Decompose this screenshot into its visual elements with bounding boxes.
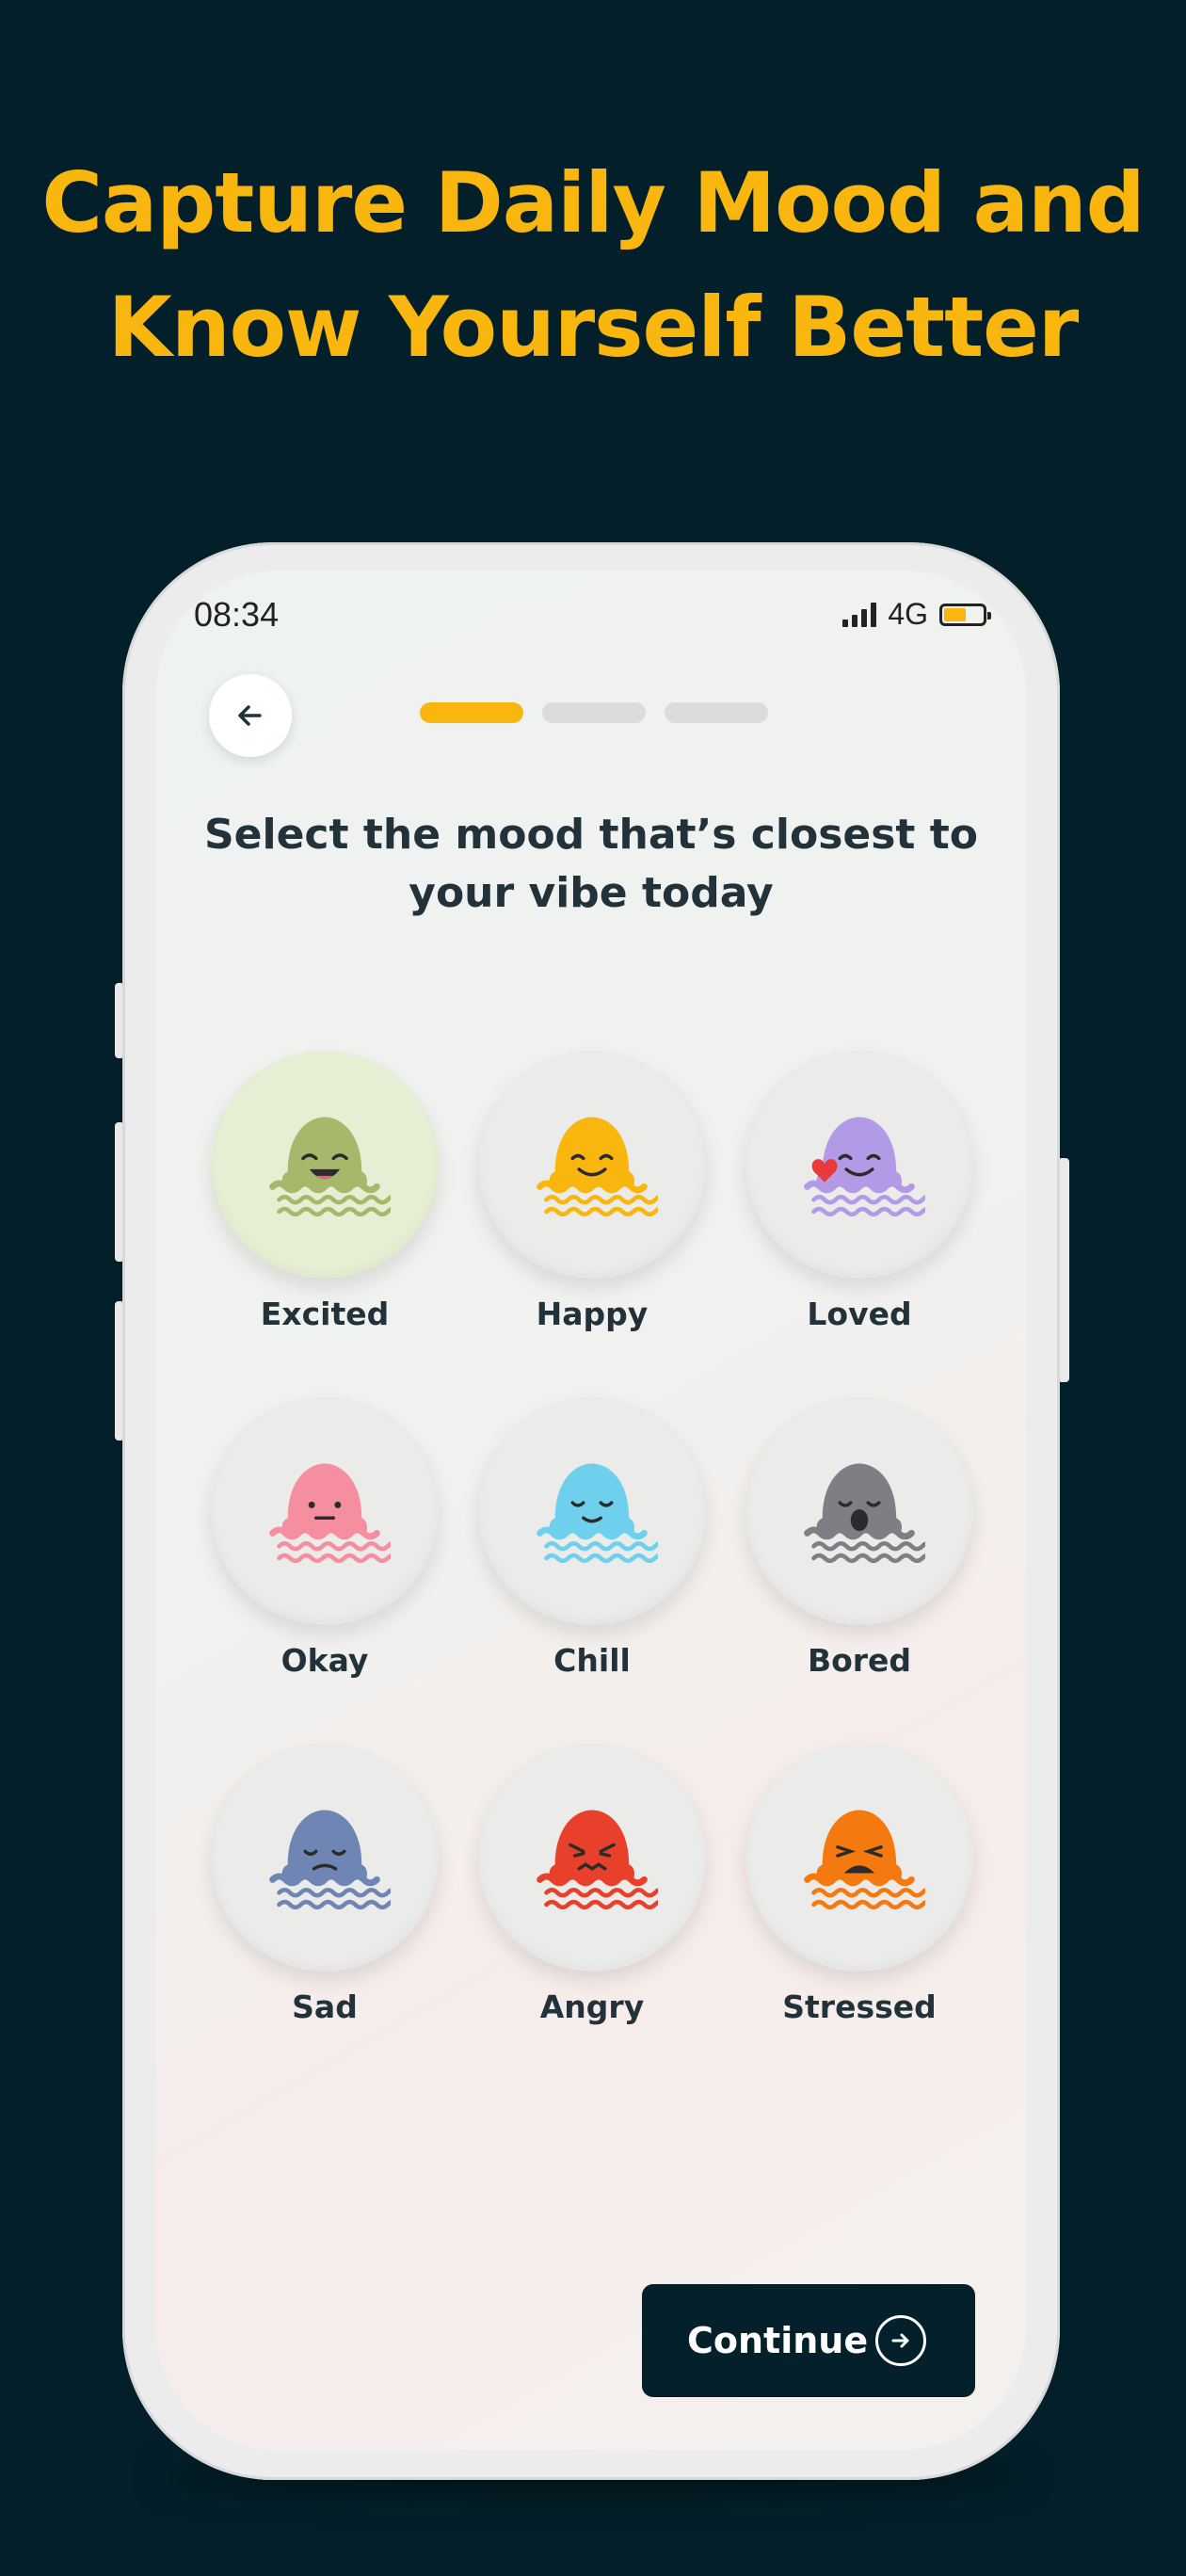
status-icons: 4G: [842, 597, 991, 632]
mood-option-okay[interactable]: Okay: [209, 1397, 441, 1717]
mood-option-happy[interactable]: Happy: [476, 1051, 708, 1371]
arrow-right-circle-icon: [875, 2315, 926, 2366]
headline: Capture Daily Mood and Know Yourself Bet…: [0, 141, 1186, 390]
mood-label: Angry: [539, 1988, 645, 2025]
mood-label: Excited: [260, 1296, 390, 1332]
mood-label: Bored: [807, 1642, 912, 1679]
step-indicator-3: [665, 702, 768, 723]
mood-label: Loved: [807, 1296, 912, 1332]
mood-label: Chill: [553, 1642, 631, 1679]
mood-prompt-line-2: your vibe today: [409, 869, 774, 917]
mood-option-bored[interactable]: Bored: [744, 1397, 975, 1717]
status-time: 08:34: [194, 595, 280, 634]
mood-label: Happy: [536, 1296, 649, 1332]
mood-circle: [478, 1397, 706, 1625]
happy-mood-icon: [526, 1106, 665, 1223]
chill-mood-icon: [526, 1453, 665, 1570]
mood-option-chill[interactable]: Chill: [476, 1397, 708, 1717]
mood-label: Sad: [292, 1988, 358, 2025]
signal-icon: [842, 602, 877, 627]
mood-prompt: Select the mood that’s closest to your v…: [156, 806, 1026, 923]
mood-circle: [478, 1744, 706, 1972]
mood-circle: [745, 1744, 973, 1972]
okay-mood-icon: [259, 1453, 397, 1570]
step-indicator-2: [542, 702, 646, 723]
mood-circle: [745, 1051, 973, 1279]
network-type: 4G: [888, 597, 928, 631]
continue-button[interactable]: Continue: [642, 2284, 975, 2397]
back-button[interactable]: [209, 674, 292, 757]
battery-level: [944, 607, 966, 621]
mood-option-excited[interactable]: Excited: [209, 1051, 441, 1371]
mood-option-loved[interactable]: Loved: [744, 1051, 975, 1371]
continue-label: Continue: [687, 2320, 869, 2361]
stressed-mood-icon: [793, 1799, 932, 1916]
mood-circle: [211, 1744, 439, 1972]
excited-mood-icon: [259, 1106, 397, 1223]
step-progress: [420, 702, 768, 723]
bored-mood-icon: [793, 1453, 932, 1570]
sad-mood-icon: [259, 1799, 397, 1916]
headline-line-2: Know Yourself Better: [107, 279, 1080, 376]
mood-circle: [211, 1051, 439, 1279]
mood-prompt-line-1: Select the mood that’s closest to: [203, 811, 979, 859]
mood-circle: [478, 1051, 706, 1279]
mood-circle: [745, 1397, 973, 1625]
phone-frame: 08:34 4G Select the mood that’s closest …: [122, 542, 1060, 2480]
step-indicator-1: [420, 702, 523, 723]
mood-option-sad[interactable]: Sad: [209, 1744, 441, 2064]
mood-circle: [211, 1397, 439, 1625]
mood-option-angry[interactable]: Angry: [476, 1744, 708, 2064]
headline-line-1: Capture Daily Mood and: [41, 154, 1145, 251]
arrow-left-icon: [238, 705, 262, 726]
battery-icon: [939, 603, 991, 626]
angry-mood-icon: [526, 1799, 665, 1916]
mood-label: Stressed: [782, 1988, 937, 2025]
phone-screen: 08:34 4G Select the mood that’s closest …: [156, 571, 1026, 2450]
mood-option-stressed[interactable]: Stressed: [744, 1744, 975, 2064]
loved-mood-icon: [793, 1106, 932, 1223]
mood-label: Okay: [280, 1642, 369, 1679]
